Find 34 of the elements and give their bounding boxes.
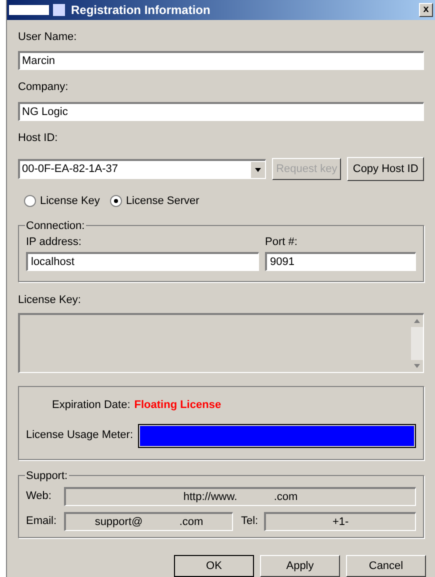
field-label: Tel: [241, 514, 258, 530]
scroll-up-icon [411, 315, 423, 327]
user-name-field[interactable]: Marcin [18, 51, 424, 70]
port-field[interactable]: 9091 [265, 252, 416, 271]
field-label: Expiration Date: [52, 398, 130, 413]
field-label: Host ID: [18, 130, 59, 146]
license-type-radio[interactable]: License Server [110, 193, 200, 210]
field-label: Email: [26, 514, 58, 530]
host-id-dropdown[interactable]: 00-0F-EA-82-1A-37 [18, 159, 266, 179]
tel-field[interactable]: +1- [264, 512, 416, 531]
dialog-button[interactable]: Cancel [346, 555, 426, 577]
app-icon [9, 2, 67, 17]
dialog-button[interactable]: Copy Host ID [347, 157, 424, 181]
field-label: Web: [26, 489, 52, 504]
field-label: User Name: [18, 30, 78, 44]
field-label: IP address: [26, 234, 82, 250]
field-label: Port #: [265, 234, 298, 250]
email-field[interactable]: support@ .com [64, 512, 233, 531]
field-label: License Key: [18, 292, 82, 308]
group-title: Support: [25, 468, 69, 484]
default-button[interactable]: OK [174, 555, 254, 577]
scrollbar[interactable] [411, 315, 423, 372]
expiration-value: Floating License [134, 398, 222, 413]
window-title: Registration Information [71, 2, 210, 19]
web-field[interactable]: http://www. .com [64, 487, 416, 506]
company-field[interactable]: NG Logic [18, 102, 424, 120]
license-type-radio[interactable]: License Key [24, 193, 100, 210]
ip-address-field[interactable]: localhost [26, 252, 259, 271]
license-key-field[interactable] [18, 313, 424, 373]
field-label: License Usage Meter: [26, 428, 133, 444]
field-label: Company: [18, 80, 70, 95]
dialog-button[interactable]: Apply [260, 555, 340, 577]
close-button[interactable]: x [419, 2, 433, 17]
scroll-down-icon [411, 360, 423, 372]
